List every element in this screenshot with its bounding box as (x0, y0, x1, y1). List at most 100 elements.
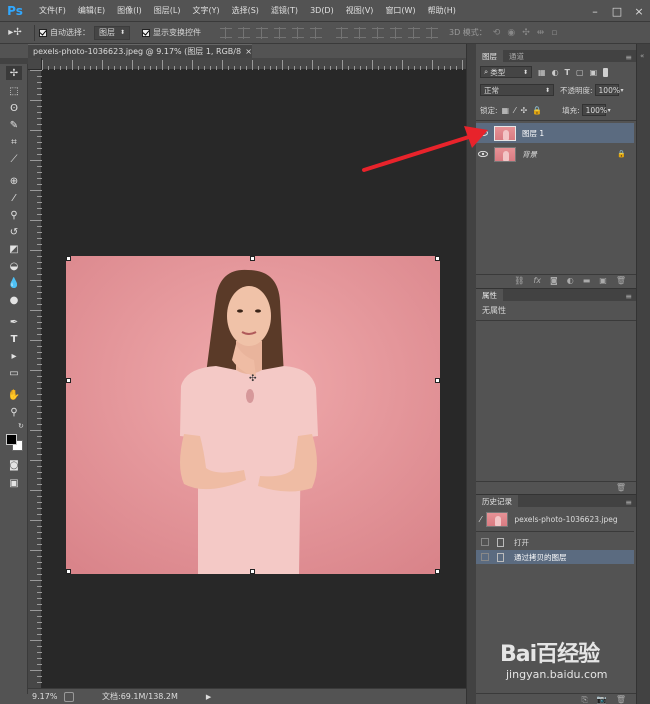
new-snapshot-icon[interactable]: 📷 (597, 695, 607, 704)
tab-properties[interactable]: 属性 (476, 289, 503, 301)
distribute-right-icon[interactable] (426, 26, 438, 39)
pen-tool-icon[interactable]: ✒ (6, 315, 22, 329)
delete-layer-icon[interactable]: 🗑 (616, 276, 626, 285)
eraser-tool-icon[interactable]: ◩ (6, 242, 22, 256)
shape-tool-icon[interactable]: ▭ (6, 366, 22, 380)
panel-menu-icon[interactable]: ≡ (625, 498, 632, 507)
filter-shape-icon[interactable]: ▢ (576, 68, 584, 77)
show-transform-checkbox[interactable] (142, 28, 150, 37)
3d-rotate-icon[interactable]: ⟲ (493, 28, 501, 38)
auto-select-checkbox[interactable] (39, 28, 47, 37)
marquee-tool-icon[interactable]: ⬚ (6, 84, 22, 98)
layer-style-icon[interactable]: fx (533, 276, 541, 285)
close-tab-icon[interactable]: × (245, 47, 252, 56)
layer-name[interactable]: 背景 (522, 149, 537, 160)
clone-stamp-tool-icon[interactable]: ⚲ (6, 208, 22, 222)
new-layer-icon[interactable]: ▣ (599, 276, 607, 285)
lock-all-icon[interactable]: 🔒 (532, 106, 542, 115)
add-mask-icon[interactable]: ◙ (550, 276, 558, 285)
zoom-level[interactable]: 9.17% (32, 692, 64, 701)
layer-filter-dropdown[interactable]: ⌕ 类型 ⬍ (480, 66, 532, 78)
lock-position-icon[interactable]: ✣ (520, 106, 527, 115)
minimize-button[interactable]: – (584, 0, 606, 22)
3d-slide-icon[interactable]: ⇹ (537, 28, 545, 38)
type-tool-icon[interactable]: T (6, 332, 22, 346)
foreground-color-swatch[interactable] (6, 434, 17, 445)
export-icon[interactable] (64, 691, 74, 702)
transform-handle[interactable] (435, 378, 440, 383)
auto-select-dropdown[interactable]: 图层 ⬍ (94, 25, 130, 40)
dodge-tool-icon[interactable]: ● (6, 293, 22, 307)
align-top-icon[interactable] (220, 26, 232, 39)
history-source-checkbox[interactable] (481, 553, 489, 561)
path-select-tool-icon[interactable]: ▸ (6, 349, 22, 363)
transform-handle[interactable] (435, 569, 440, 574)
document-tab[interactable]: pexels-photo-1036623.jpeg @ 9.17% (图层 1,… (28, 44, 252, 58)
transform-handle[interactable] (250, 569, 255, 574)
transform-handle[interactable] (66, 569, 71, 574)
lock-image-icon[interactable]: ⁄ (514, 106, 515, 115)
history-source-checkbox[interactable] (481, 538, 489, 546)
distribute-bottom-icon[interactable] (372, 26, 384, 39)
new-group-icon[interactable]: ▬ (583, 276, 591, 285)
filter-type-icon[interactable]: T (565, 68, 570, 77)
panel-menu-icon[interactable]: ≡ (625, 292, 632, 301)
3d-pan-icon[interactable]: ✣ (522, 28, 530, 38)
menu-3d[interactable]: 3D(D) (304, 6, 340, 15)
menu-view[interactable]: 视图(V) (340, 5, 380, 16)
menu-image[interactable]: 图像(I) (111, 5, 148, 16)
fill-input[interactable]: 100% (581, 104, 607, 116)
menu-filter[interactable]: 滤镜(T) (265, 5, 304, 16)
healing-brush-tool-icon[interactable]: ⊕ (6, 174, 22, 188)
lock-transparent-icon[interactable]: ▦ (502, 106, 510, 115)
menu-layer[interactable]: 图层(L) (148, 5, 187, 16)
blur-tool-icon[interactable]: 💧 (6, 276, 22, 290)
align-vcenter-icon[interactable] (238, 26, 250, 39)
history-brush-source-icon[interactable]: ⁄ (480, 515, 481, 524)
chevron-down-icon[interactable]: ▾ (621, 87, 624, 94)
zoom-tool-icon[interactable]: ⚲ (6, 405, 22, 419)
layer-name[interactable]: 图层 1 (522, 128, 544, 139)
distribute-top-icon[interactable] (336, 26, 348, 39)
maximize-button[interactable]: □ (606, 0, 628, 22)
hand-tool-icon[interactable]: ✋ (6, 388, 22, 402)
align-right-icon[interactable] (310, 26, 322, 39)
transform-handle[interactable] (435, 256, 440, 261)
filter-adjustment-icon[interactable]: ◐ (552, 68, 559, 77)
lasso-tool-icon[interactable]: ʘ (6, 101, 22, 115)
align-left-icon[interactable] (274, 26, 286, 39)
brush-tool-icon[interactable]: ⁄ (6, 191, 22, 205)
screen-mode-icon[interactable]: ▣ (6, 476, 22, 490)
paint-bucket-tool-icon[interactable]: ◒ (6, 259, 22, 273)
menu-file[interactable]: 文件(F) (33, 5, 72, 16)
filter-pixel-icon[interactable]: ▦ (538, 68, 546, 77)
filter-smart-icon[interactable]: ▣ (590, 68, 598, 77)
delete-state-icon[interactable]: 🗑 (616, 695, 626, 704)
collapse-panels-icon[interactable]: « (640, 52, 650, 60)
history-brush-tool-icon[interactable]: ↺ (6, 225, 22, 239)
transform-handle[interactable] (66, 378, 71, 383)
document-canvas[interactable]: ✣ (66, 256, 440, 574)
quick-select-tool-icon[interactable]: ✎ (6, 118, 22, 132)
menu-edit[interactable]: 编辑(E) (72, 5, 111, 16)
tab-channels[interactable]: 通道 (503, 50, 530, 62)
distribute-left-icon[interactable] (390, 26, 402, 39)
tab-layers[interactable]: 图层 (476, 50, 503, 62)
align-bottom-icon[interactable] (256, 26, 268, 39)
opacity-input[interactable]: 100% (594, 84, 620, 96)
move-tool-preset-icon[interactable]: ▸✢ (0, 24, 30, 42)
vertical-ruler[interactable] (28, 70, 42, 688)
delete-icon[interactable]: 🗑 (616, 483, 626, 492)
new-adjustment-icon[interactable]: ◐ (567, 276, 574, 285)
panel-menu-icon[interactable]: ≡ (625, 53, 632, 62)
menu-select[interactable]: 选择(S) (226, 5, 265, 16)
distribute-vcenter-icon[interactable] (354, 26, 366, 39)
menu-window[interactable]: 窗口(W) (379, 5, 421, 16)
horizontal-ruler[interactable] (42, 58, 466, 70)
tab-history[interactable]: 历史记录 (476, 495, 518, 507)
swap-colors-icon[interactable]: ↻ (18, 422, 24, 430)
eyedropper-tool-icon[interactable]: ⟋ (6, 152, 22, 166)
distribute-hcenter-icon[interactable] (408, 26, 420, 39)
history-step-selected[interactable]: 通过拷贝的图层 (476, 550, 634, 564)
transform-handle[interactable] (250, 256, 255, 261)
